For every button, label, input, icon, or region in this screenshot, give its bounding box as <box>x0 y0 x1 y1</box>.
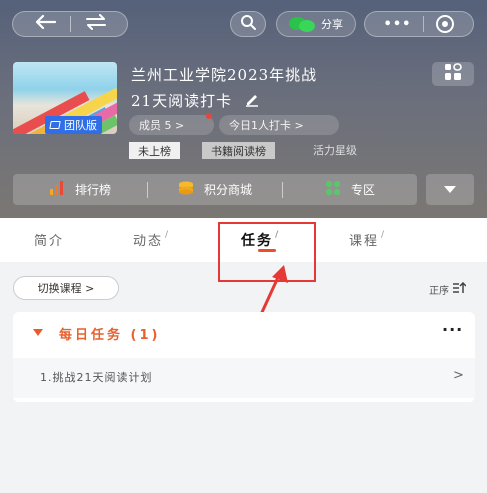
switch-arrows-icon[interactable] <box>85 14 107 34</box>
notification-dot <box>206 113 212 119</box>
group-settings-button[interactable] <box>432 62 474 86</box>
new-mark-icon: / <box>165 230 171 240</box>
points-mall-label: 积分商城 <box>203 183 252 197</box>
points-mall-button[interactable]: 积分商城 <box>148 181 282 198</box>
quick-actions-bar: 排行榜 积分商城 专区 <box>13 174 417 205</box>
search-icon <box>240 14 256 34</box>
share-button[interactable]: 分享 <box>276 11 356 37</box>
checkin-label: 今日1人打卡 > <box>229 119 304 132</box>
search-button[interactable] <box>230 11 266 37</box>
leaderboard-label: 排行榜 <box>74 183 111 197</box>
group-header: 分享 ••• 团队版 兰州工业学院2023年挑战 21天阅读打卡 成员 5 > <box>0 0 487 218</box>
tab-activity[interactable]: 动态 / <box>133 230 170 249</box>
expand-button[interactable] <box>426 174 474 205</box>
mini-program-capsule: ••• <box>364 11 474 37</box>
chevron-right-icon: > <box>453 368 464 383</box>
sort-icon <box>452 281 467 297</box>
coin-stack-icon <box>178 181 194 198</box>
grid-icon <box>325 180 341 199</box>
share-label: 分享 <box>321 18 343 31</box>
vitality-stars-label: 活力星级 <box>313 144 357 157</box>
team-badge-label: 团队版 <box>64 119 97 132</box>
grid-settings-icon <box>444 63 462 85</box>
book-reading-rank-tag[interactable]: 书籍阅读榜 <box>202 142 275 159</box>
tab-courses[interactable]: 课程 / <box>349 230 386 249</box>
sort-order-label: 正序 <box>429 286 449 297</box>
checkin-chip[interactable]: 今日1人打卡 > <box>219 115 339 135</box>
bar-chart-icon <box>49 181 65 198</box>
zone-label: 专区 <box>350 183 375 197</box>
wechat-icon <box>289 16 317 32</box>
switch-course-button[interactable]: 切换课程 > <box>13 276 119 300</box>
collapse-caret-icon <box>33 329 43 336</box>
rank-status-tag[interactable]: 未上榜 <box>129 142 180 159</box>
chevron-down-icon <box>444 186 456 193</box>
close-target-icon[interactable] <box>436 15 455 33</box>
members-chip[interactable]: 成员 5 > <box>129 113 214 135</box>
edit-pencil-icon[interactable] <box>244 89 260 115</box>
group-title-line1: 兰州工业学院2023年挑战 <box>131 66 318 84</box>
group-title-line2: 21天阅读打卡 <box>131 92 233 110</box>
zone-button[interactable]: 专区 <box>283 180 417 199</box>
task-label: 1.挑战21天阅读计划 <box>40 371 153 384</box>
tab-intro[interactable]: 简介 <box>34 230 64 249</box>
tab-courses-label: 课程 <box>349 234 380 249</box>
nav-capsule <box>12 11 128 37</box>
diamond-icon <box>49 121 61 129</box>
team-edition-badge: 团队版 <box>45 116 102 134</box>
leaderboard-button[interactable]: 排行榜 <box>13 181 147 198</box>
task-item[interactable]: 1.挑战21天阅读计划 > <box>13 358 475 398</box>
back-arrow-icon[interactable] <box>34 14 56 34</box>
daily-tasks-header[interactable]: 每日任务 (1) ··· <box>13 312 475 354</box>
group-title: 兰州工业学院2023年挑战 21天阅读打卡 <box>131 62 421 115</box>
daily-tasks-title: 每日任务 (1) <box>59 328 161 343</box>
more-options-icon[interactable]: ••• <box>384 17 412 32</box>
tab-activity-label: 动态 <box>133 234 164 249</box>
new-mark-icon: / <box>381 230 387 240</box>
sort-order-toggle[interactable]: 正序 <box>429 281 467 297</box>
more-icon[interactable]: ··· <box>442 320 463 339</box>
members-label: 成员 5 > <box>139 119 185 132</box>
tab-intro-label: 简介 <box>34 234 65 249</box>
daily-tasks-card: 每日任务 (1) ··· 1.挑战21天阅读计划 > <box>13 312 475 402</box>
